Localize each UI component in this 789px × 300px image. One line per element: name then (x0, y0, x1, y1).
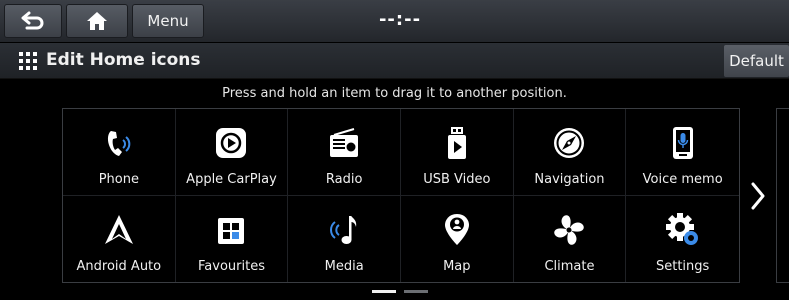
icon-item-android-auto[interactable]: Android Auto (63, 195, 176, 282)
icon-label: Radio (325, 172, 363, 187)
default-button[interactable]: Default (724, 45, 789, 77)
icon-item-phone[interactable]: Phone (63, 109, 176, 196)
icon-item-usb-video[interactable]: USB Video (400, 109, 514, 196)
climate-icon (547, 208, 591, 252)
next-page-preview[interactable] (776, 108, 789, 283)
usb-video-icon (435, 121, 479, 165)
icon-item-voice-memo[interactable]: Voice memo (626, 109, 739, 196)
title-bar: Edit Home icons Default (0, 43, 789, 79)
navigation-icon (547, 121, 591, 165)
icon-item-media[interactable]: Media (288, 195, 401, 282)
voice-memo-icon (661, 121, 705, 165)
icon-label: Media (324, 258, 364, 274)
icon-item-radio[interactable]: Radio (288, 109, 401, 196)
icon-item-navigation[interactable]: Navigation (513, 109, 627, 196)
icon-item-settings[interactable]: Settings (626, 196, 739, 283)
page-indicator-active (372, 290, 396, 293)
icon-label: USB Video (423, 172, 491, 187)
android-auto-icon (97, 208, 141, 252)
favourites-icon (209, 208, 253, 252)
home-button[interactable] (66, 4, 128, 38)
icon-label: Android Auto (76, 258, 162, 274)
icon-item-apple-carplay[interactable]: Apple CarPlay (175, 109, 289, 196)
page-indicator-inactive (404, 290, 428, 293)
icon-label: Voice memo (642, 172, 723, 187)
icon-item-map[interactable]: Map (401, 195, 514, 282)
apple-carplay-icon (209, 121, 253, 165)
back-button[interactable] (4, 4, 62, 38)
icon-label: Settings (655, 258, 710, 274)
icon-label: Phone (98, 172, 139, 187)
grid-icon (19, 52, 37, 70)
icon-label: Climate (544, 258, 595, 274)
icon-label: Apple CarPlay (186, 172, 277, 187)
home-icon-grid: Phone Apple CarPlay Radio USB Video Navi… (62, 108, 740, 283)
top-bar: Menu --:-- (0, 0, 789, 42)
icon-label: Map (443, 258, 471, 274)
icon-item-favourites[interactable]: Favourites (176, 195, 289, 282)
clock: --:-- (378, 9, 422, 30)
chevron-right-icon[interactable] (750, 182, 766, 210)
icon-item-climate[interactable]: Climate (514, 195, 627, 282)
icon-label: Navigation (534, 172, 605, 187)
map-icon (435, 208, 479, 252)
instruction-text: Press and hold an item to drag it to ano… (222, 86, 567, 101)
page-title: Edit Home icons (46, 50, 201, 70)
icon-label: Favourites (198, 258, 265, 274)
radio-icon (322, 121, 366, 165)
settings-icon (661, 208, 705, 252)
back-arrow-icon (21, 11, 44, 30)
menu-button[interactable]: Menu (132, 4, 204, 38)
media-icon (322, 208, 366, 252)
phone-icon (97, 121, 141, 165)
home-icon (87, 12, 107, 30)
